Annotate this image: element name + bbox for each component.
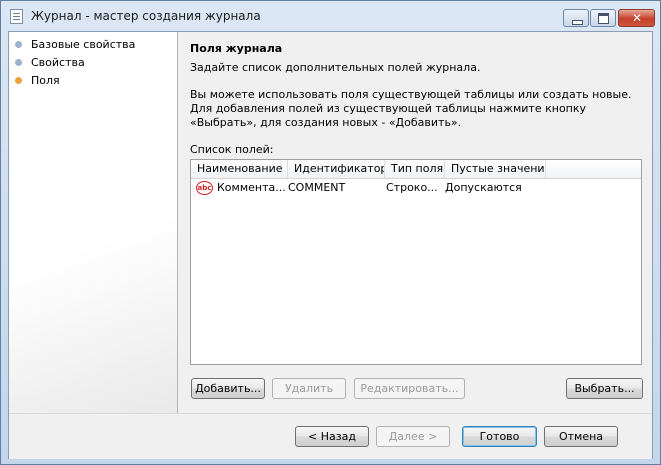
window-title: Журнал - мастер создания журнала xyxy=(31,9,261,23)
minimize-button[interactable] xyxy=(563,9,589,27)
step-active-bullet-icon xyxy=(15,76,22,84)
edit-field-button[interactable]: Редактировать... xyxy=(354,378,465,399)
fields-list-label: Список полей: xyxy=(190,143,274,156)
section-subtitle: Задайте список дополнительных полей журн… xyxy=(190,61,481,74)
cell-id: COMMENT xyxy=(288,181,346,194)
document-icon xyxy=(10,9,23,24)
wizard-footer: < Назад Далее > Готово Отмена xyxy=(9,413,652,459)
fields-page: Поля журнала Задайте список дополнительн… xyxy=(178,32,652,413)
cancel-button[interactable]: Отмена xyxy=(544,426,618,447)
step-label: Базовые свойства xyxy=(31,37,136,51)
cell-type: Строко... xyxy=(386,181,438,194)
close-button[interactable] xyxy=(618,9,655,27)
maximize-button[interactable] xyxy=(590,9,616,27)
column-header-type[interactable]: Тип поля xyxy=(385,160,445,178)
section-title: Поля журнала xyxy=(190,42,283,55)
add-field-button[interactable]: Добавить... xyxy=(191,378,265,399)
back-button[interactable]: < Назад xyxy=(295,426,369,447)
cell-nulls: Допускаются xyxy=(445,181,522,194)
next-button[interactable]: Далее > xyxy=(376,426,450,447)
column-header-name[interactable]: Наименование xyxy=(191,160,288,178)
table-row[interactable]: abc Коммента... COMMENT Строко... Допуск… xyxy=(191,179,641,197)
delete-field-button[interactable]: Удалить xyxy=(272,378,346,399)
wizard-steps-sidebar: Базовые свойства Свойства Поля xyxy=(9,32,178,413)
column-header-nulls[interactable]: Пустые значения xyxy=(445,160,546,178)
column-header-id[interactable]: Идентификатор xyxy=(288,160,385,178)
step-properties[interactable]: Свойства xyxy=(15,54,85,70)
select-field-button[interactable]: Выбрать... xyxy=(566,378,643,399)
step-label: Поля xyxy=(31,73,60,87)
fields-grid[interactable]: Наименование Идентификатор Тип поля Пуст… xyxy=(190,159,642,365)
step-fields[interactable]: Поля xyxy=(15,72,60,88)
step-bullet-icon xyxy=(15,40,22,48)
step-bullet-icon xyxy=(15,58,22,66)
grid-header: Наименование Идентификатор Тип поля Пуст… xyxy=(191,160,641,179)
wizard-window: Журнал - мастер создания журнала Базовые… xyxy=(0,0,661,465)
step-label: Свойства xyxy=(31,55,85,69)
step-basic-properties[interactable]: Базовые свойства xyxy=(15,36,135,52)
finish-button[interactable]: Готово xyxy=(462,426,537,447)
title-bar[interactable]: Журнал - мастер создания журнала xyxy=(1,1,660,31)
wizard-body: Базовые свойства Свойства Поля Поля журн… xyxy=(8,31,653,459)
cell-name: Коммента... xyxy=(217,181,286,194)
section-description: Вы можете использовать поля существующей… xyxy=(190,88,632,129)
